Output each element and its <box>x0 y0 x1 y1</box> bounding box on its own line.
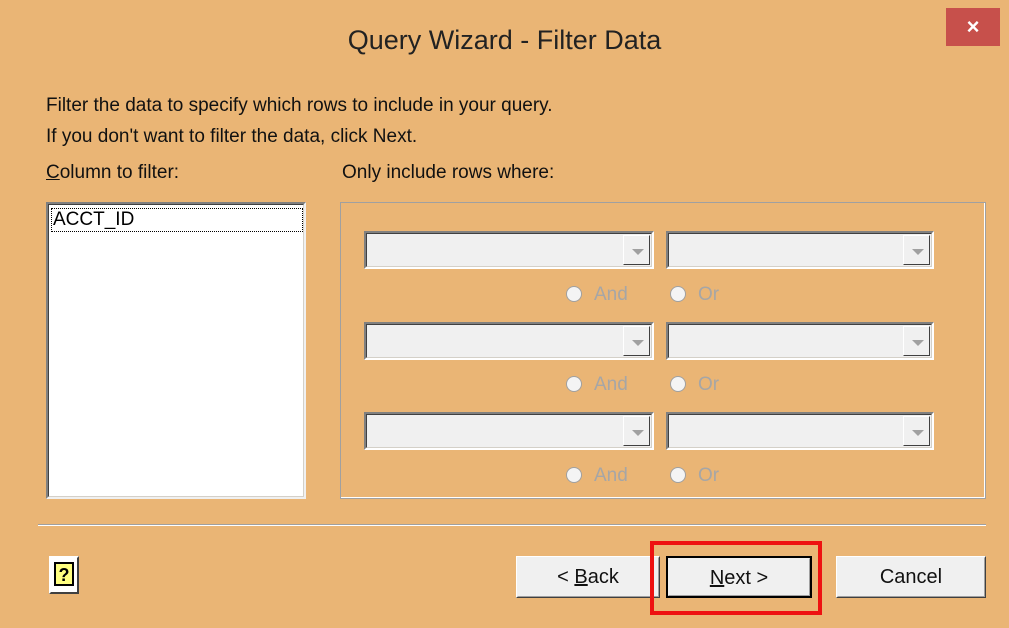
radio-circle-icon <box>670 286 686 302</box>
dropdown-arrow-icon[interactable] <box>903 326 930 356</box>
dropdown-arrow-icon[interactable] <box>903 416 930 446</box>
operator-combo-2[interactable] <box>364 322 654 360</box>
window-title: Query Wizard - Filter Data <box>347 25 662 55</box>
instruction-line-2: If you don't want to filter the data, cl… <box>46 126 418 147</box>
or-radio-1[interactable]: Or <box>670 284 719 306</box>
and-radio-3[interactable]: And <box>566 465 628 487</box>
column-to-filter-label: Column to filter: <box>46 162 180 183</box>
close-button[interactable]: × <box>946 8 1000 46</box>
and-radio-1[interactable]: And <box>566 284 628 306</box>
back-button[interactable]: < Back <box>516 556 660 598</box>
radio-circle-icon <box>670 467 686 483</box>
list-item[interactable]: ACCT_ID <box>51 208 303 232</box>
value-combo-3[interactable] <box>666 412 934 450</box>
separator <box>38 524 986 526</box>
dropdown-arrow-icon[interactable] <box>623 326 650 356</box>
radio-circle-icon <box>566 286 582 302</box>
help-button[interactable]: ? <box>49 556 79 594</box>
column-listbox[interactable]: ACCT_ID <box>46 202 306 499</box>
dropdown-arrow-icon[interactable] <box>903 235 930 265</box>
close-icon: × <box>966 14 980 39</box>
and-radio-2[interactable]: And <box>566 374 628 396</box>
highlight-box <box>650 541 822 615</box>
criteria-label: Only include rows where: <box>342 162 555 183</box>
operator-combo-1[interactable] <box>364 231 654 269</box>
title-bar[interactable]: Query Wizard - Filter Data × <box>0 0 1009 72</box>
help-icon: ? <box>54 562 74 586</box>
dropdown-arrow-icon[interactable] <box>623 416 650 446</box>
cancel-button[interactable]: Cancel <box>836 556 986 598</box>
dropdown-arrow-icon[interactable] <box>623 235 650 265</box>
instruction-line-1: Filter the data to specify which rows to… <box>46 95 553 116</box>
or-radio-2[interactable]: Or <box>670 374 719 396</box>
radio-circle-icon <box>566 467 582 483</box>
or-radio-3[interactable]: Or <box>670 465 719 487</box>
value-combo-2[interactable] <box>666 322 934 360</box>
radio-circle-icon <box>670 376 686 392</box>
operator-combo-3[interactable] <box>364 412 654 450</box>
value-combo-1[interactable] <box>666 231 934 269</box>
radio-circle-icon <box>566 376 582 392</box>
